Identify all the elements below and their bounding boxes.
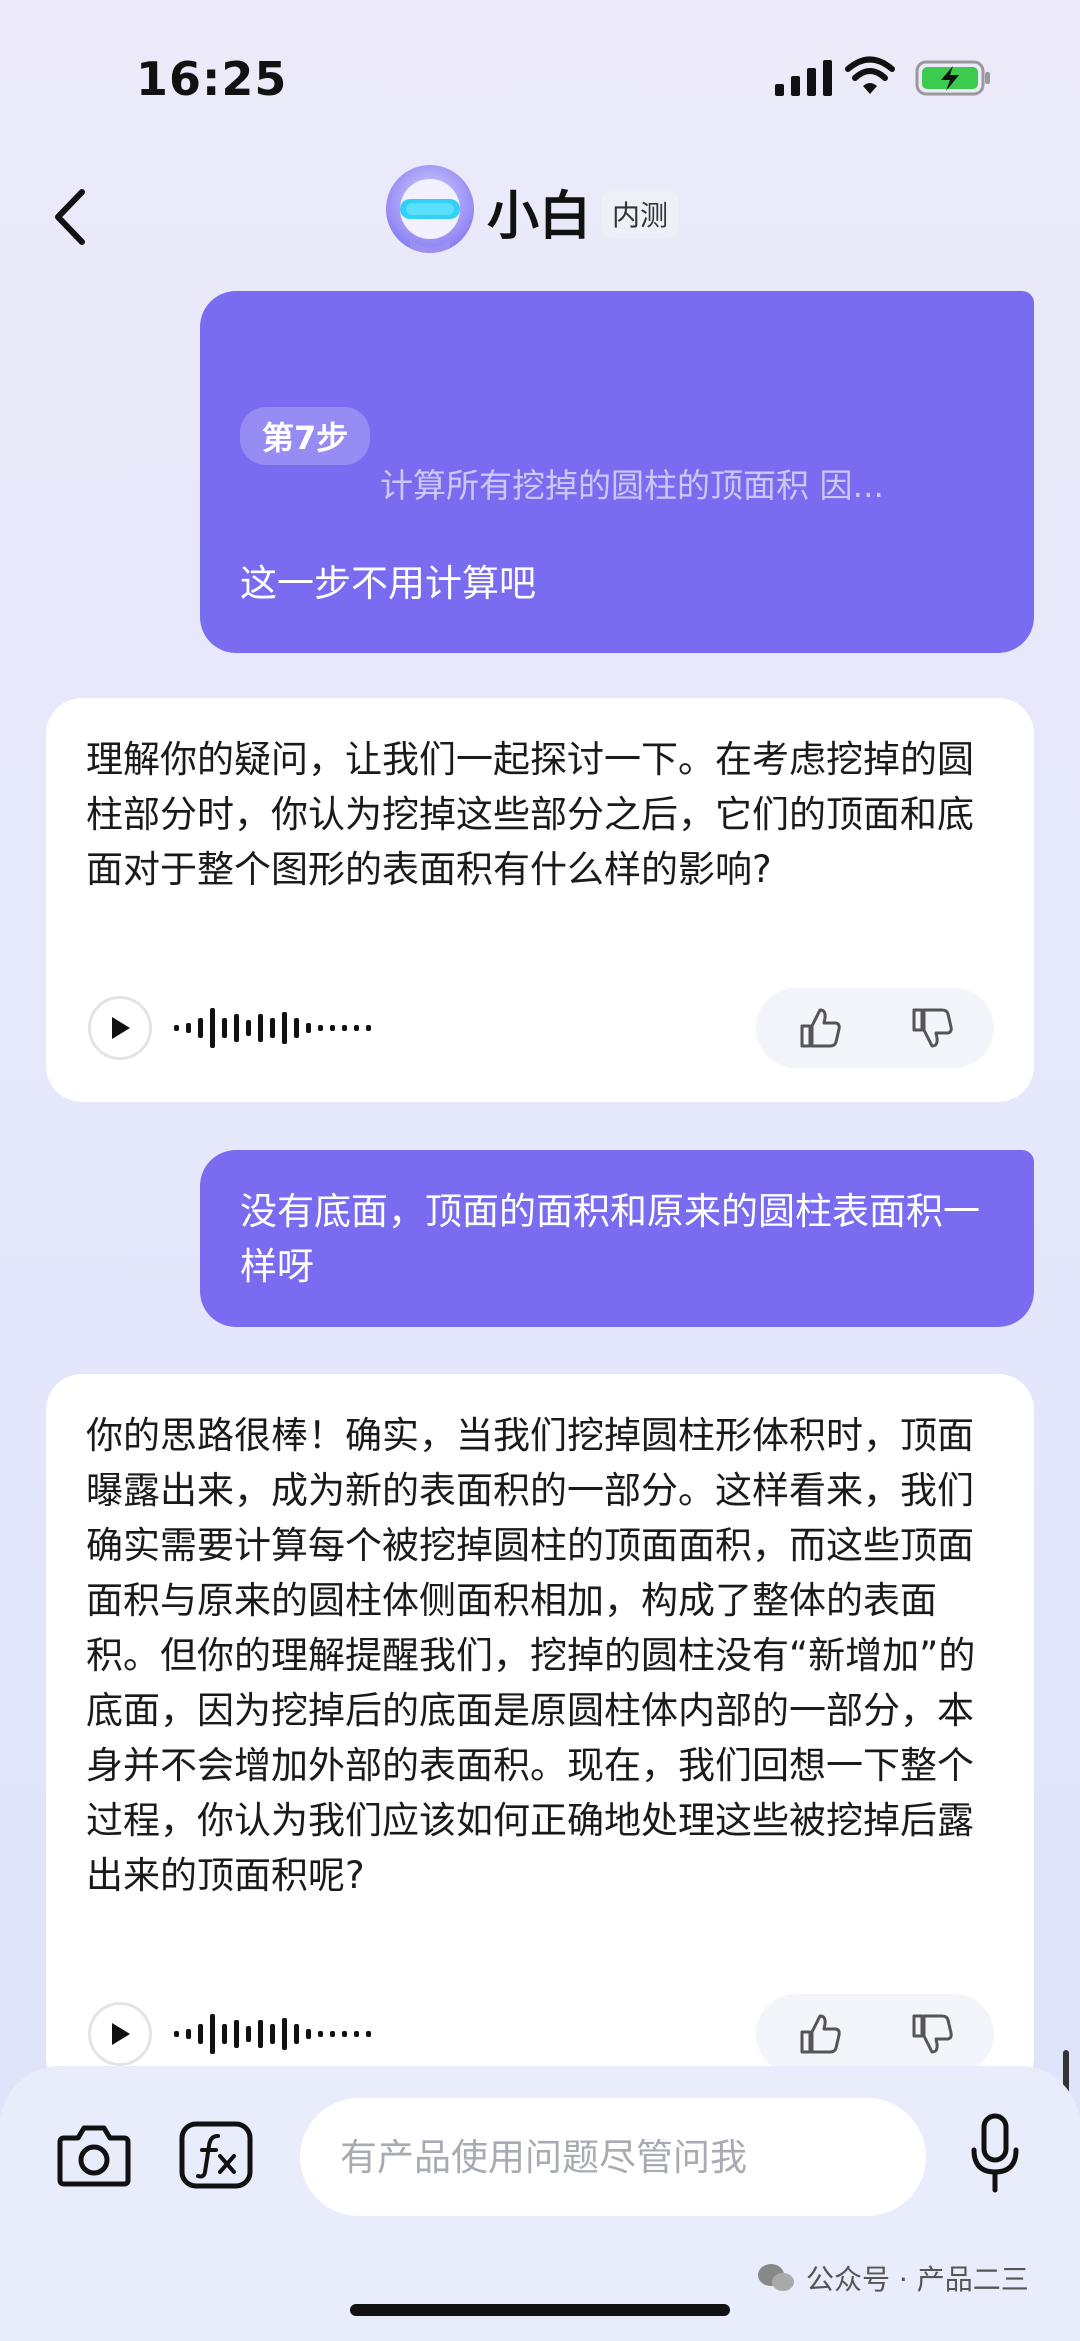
message-actions	[46, 1994, 1034, 2074]
chat-title: 小白	[487, 187, 592, 247]
watermark-text: 公众号 · 产品二三	[806, 2263, 1029, 2296]
message-text: 这一步不用计算吧	[240, 562, 536, 605]
beta-badge: 内测	[602, 190, 679, 238]
back-arrow-icon	[55, 189, 85, 245]
like-button[interactable]	[794, 1002, 846, 1054]
feedback-group	[756, 1994, 994, 2074]
robot-avatar-icon	[400, 179, 460, 253]
message-text: 你的思路很棒！确实，当我们挖掉圆柱形体积时，顶面曝露出来，成为新的表面积的一部分…	[86, 1414, 976, 1897]
assistant-message: 你的思路很棒！确实，当我们挖掉圆柱形体积时，顶面曝露出来，成为新的表面积的一部分…	[46, 1374, 1034, 2094]
cellular-signal-icon	[775, 60, 832, 96]
message-text: 没有底面，顶面的面积和原来的圆柱表面积一样呀	[240, 1190, 980, 1288]
watermark: 公众号 · 产品二三	[756, 2258, 1029, 2298]
status-time: 16:25	[136, 52, 288, 106]
play-icon	[112, 2023, 130, 2045]
dislike-button[interactable]	[906, 1002, 958, 1054]
waveform-icon	[174, 1008, 371, 1048]
play-audio-button[interactable]	[88, 2002, 152, 2066]
feedback-group	[756, 988, 994, 1068]
play-audio-button[interactable]	[88, 996, 152, 1060]
camera-icon[interactable]	[56, 2120, 132, 2190]
dislike-button[interactable]	[906, 2008, 958, 2060]
waveform-icon	[174, 2014, 371, 2054]
thumbs-up-icon	[800, 1008, 841, 1048]
message-input[interactable]	[300, 2098, 926, 2216]
user-message: 第7步 计算所有挖掉的圆柱的顶面积 因... 这一步不用计算吧	[200, 291, 1034, 653]
microphone-icon[interactable]	[968, 2112, 1022, 2196]
home-indicator[interactable]	[350, 2304, 730, 2316]
assistant-message: 理解你的疑问，让我们一起探讨一下。在考虑挖掉的圆柱部分时，你认为挖掉这些部分之后…	[46, 698, 1034, 1102]
input-bar	[0, 2066, 1080, 2341]
back-button[interactable]	[44, 182, 94, 252]
wifi-icon	[845, 56, 895, 94]
step-tag[interactable]: 第7步	[240, 407, 371, 465]
play-icon	[112, 1017, 130, 1039]
assistant-avatar[interactable]	[386, 165, 474, 253]
message-actions	[46, 988, 1034, 1068]
chat-header: 小白 内测	[0, 160, 1080, 270]
message-text: 理解你的疑问，让我们一起探讨一下。在考虑挖掉的圆柱部分时，你认为挖掉这些部分之后…	[86, 738, 974, 891]
step-description: 计算所有挖掉的圆柱的顶面积 因...	[380, 466, 884, 505]
battery-charging-icon	[915, 60, 990, 96]
wechat-icon	[758, 2264, 794, 2291]
fx-icon[interactable]	[178, 2120, 254, 2190]
thumbs-down-icon	[912, 1008, 953, 1048]
like-button[interactable]	[794, 2008, 846, 2060]
thumbs-up-icon	[800, 2014, 841, 2054]
status-bar: 16:25	[0, 0, 1080, 160]
user-message: 没有底面，顶面的面积和原来的圆柱表面积一样呀	[200, 1150, 1034, 1327]
thumbs-down-icon	[912, 2014, 953, 2054]
